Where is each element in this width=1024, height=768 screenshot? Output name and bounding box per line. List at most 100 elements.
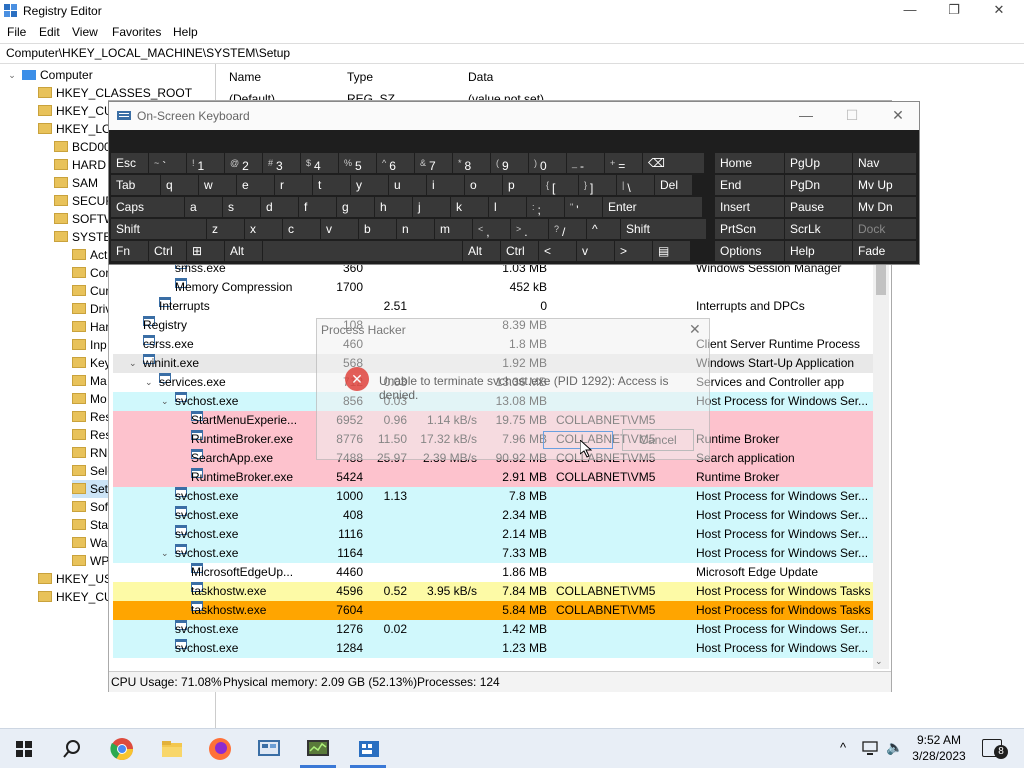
tree-key[interactable]: Res [72,408,111,426]
osk-key[interactable]: <, [473,219,510,239]
tree-key[interactable]: Stat [72,516,111,534]
process-row[interactable]: svchost.exe 408 2.34 MB Host Process for Wi… [113,506,873,525]
osk-key[interactable]: s [223,197,260,217]
col-name[interactable]: Name [229,70,261,84]
osk-key[interactable]: ⊞ [187,241,224,261]
osk-nav-key[interactable]: PrtScn [715,219,784,239]
osk-key[interactable]: ! 1 [187,153,224,173]
tree-key[interactable]: Har [72,318,109,336]
tree-key[interactable]: SAM [54,174,98,192]
tree-key[interactable]: Driv [72,300,111,318]
osk-key[interactable]: Del [655,175,692,195]
osk-key[interactable]: b [359,219,396,239]
osk-key[interactable]: u [389,175,426,195]
minimize-icon[interactable]: — [895,2,925,17]
osk-nav-key[interactable]: Pause [785,197,852,217]
osk-key[interactable]: c [283,219,320,239]
volume-icon[interactable]: 🔈 [886,739,903,756]
process-row[interactable]: taskhostw.exe 7604 5.84 MB COLLABNET\VM5 Hos… [113,601,873,620]
osk-key[interactable]: (9 [491,153,528,173]
osk-key[interactable]: & 7 [415,153,452,173]
osk-taskbar-icon[interactable] [355,735,383,763]
tree-hive[interactable]: HKEY_CU [38,102,113,120]
chevron-down-icon[interactable]: ⌄ [161,544,169,563]
tree-key[interactable]: Res [72,426,111,444]
osk-nav-key[interactable]: Mv Up [853,175,916,195]
osk-nav-key[interactable]: ScrLk [785,219,852,239]
osk-key[interactable]: ) 0 [529,153,566,173]
osk-key[interactable]: ^ [587,219,620,239]
process-row[interactable]: svchost.exe 1284 1.23 MB Host Process for W… [113,639,873,658]
osk-key[interactable]: y [351,175,388,195]
osk-nav-key[interactable]: Home [715,153,784,173]
process-row[interactable]: svchost.exe 1116 2.14 MB Host Process for W… [113,525,873,544]
osk-key[interactable]: #3 [263,153,300,173]
osk-key[interactable]: h [375,197,412,217]
chevron-down-icon[interactable]: ⌄ [145,373,153,392]
osk-key[interactable]: t [313,175,350,195]
osk-key[interactable]: + = [605,153,642,173]
osk-key[interactable]: x [245,219,282,239]
chevron-up-icon[interactable]: ^ [840,740,846,755]
osk-key[interactable]: n [397,219,434,239]
osk-key[interactable]: @2 [225,153,262,173]
address-bar[interactable]: Computer\HKEY_LOCAL_MACHINE\SYSTEM\Setup [0,43,1024,64]
process-row[interactable]: ⌄ svchost.exe 1164 7.33 MB Host Process for … [113,544,873,563]
osk-key[interactable]: % 5 [339,153,376,173]
minimize-icon[interactable]: — [791,107,821,123]
osk-key[interactable]: ^ 6 [377,153,414,173]
osk-nav-key[interactable]: PgUp [785,153,852,173]
clock-time[interactable]: 9:52 AM [910,733,968,747]
osk-key[interactable]: > [615,241,652,261]
osk-nav-key[interactable]: Options [715,241,784,261]
osk-key[interactable] [263,241,462,261]
osk-nav-key[interactable]: Nav [853,153,916,173]
osk-key[interactable]: Alt [463,241,500,261]
tree-key[interactable]: Cur [72,282,109,300]
process-row[interactable]: svchost.exe 1276 0.02 1.42 MB Host Process f… [113,620,873,639]
tree-key[interactable]: Inp [72,336,107,354]
tree-key[interactable]: BCD00 [54,138,111,156]
close-icon[interactable]: ✕ [883,107,913,124]
osk-key[interactable]: ? / [549,219,586,239]
osk-nav-key[interactable]: End [715,175,784,195]
osk-key[interactable]: ▤ [653,241,690,261]
osk-key[interactable]: Shift [621,219,706,239]
scrollbar-thumb[interactable] [876,265,886,295]
osk-key[interactable]: {[ [541,175,578,195]
tree-key[interactable]: Act [72,246,107,264]
osk-key[interactable]: Fn [111,241,148,261]
process-row[interactable]: Interrupts 2.51 0 Interrupts and DPCs [113,297,873,316]
tree-key[interactable]: SYSTE [54,228,111,246]
tree-key[interactable]: Ma [72,372,107,390]
tree-key[interactable]: SOFTW [54,210,115,228]
osk-key[interactable]: r [275,175,312,195]
scroll-down-icon[interactable]: ⌄ [875,656,883,667]
file-explorer-icon[interactable] [158,735,186,763]
col-data[interactable]: Data [468,70,493,84]
osk-key[interactable]: < [539,241,576,261]
osk-key[interactable]: ⌫ [643,153,704,173]
osk-key[interactable]: v [577,241,614,261]
osk-nav-key[interactable]: Mv Dn [853,197,916,217]
tree-hive[interactable]: HKEY_LO [38,120,111,138]
tree-hive[interactable]: HKEY_USI [38,570,115,588]
osk-key[interactable]: k [451,197,488,217]
osk-key[interactable]: | \ [617,175,654,195]
registry-title-bar[interactable]: Registry Editor — ❐ ✕ [0,0,1024,22]
osk-nav-key[interactable]: Fade [853,241,916,261]
osk-key[interactable]: ~ ` [149,153,186,173]
osk-nav-key[interactable]: PgDn [785,175,852,195]
osk-key[interactable]: Esc [111,153,148,173]
firefox-icon[interactable] [206,735,234,763]
osk-key[interactable]: _ - [567,153,604,173]
menu-view[interactable]: View [72,25,98,39]
osk-nav-key[interactable]: Dock [853,219,916,239]
chevron-down-icon[interactable]: ⌄ [129,354,137,373]
process-row[interactable]: taskhostw.exe 4596 0.52 3.95 kB/s 7.84 MB COL… [113,582,873,601]
close-icon[interactable]: ✕ [984,2,1014,18]
menu-help[interactable]: Help [173,25,198,39]
osk-key[interactable]: Alt [225,241,262,261]
tree-key[interactable]: Sof [72,498,108,516]
tree-key[interactable]: SECUR [54,192,114,210]
